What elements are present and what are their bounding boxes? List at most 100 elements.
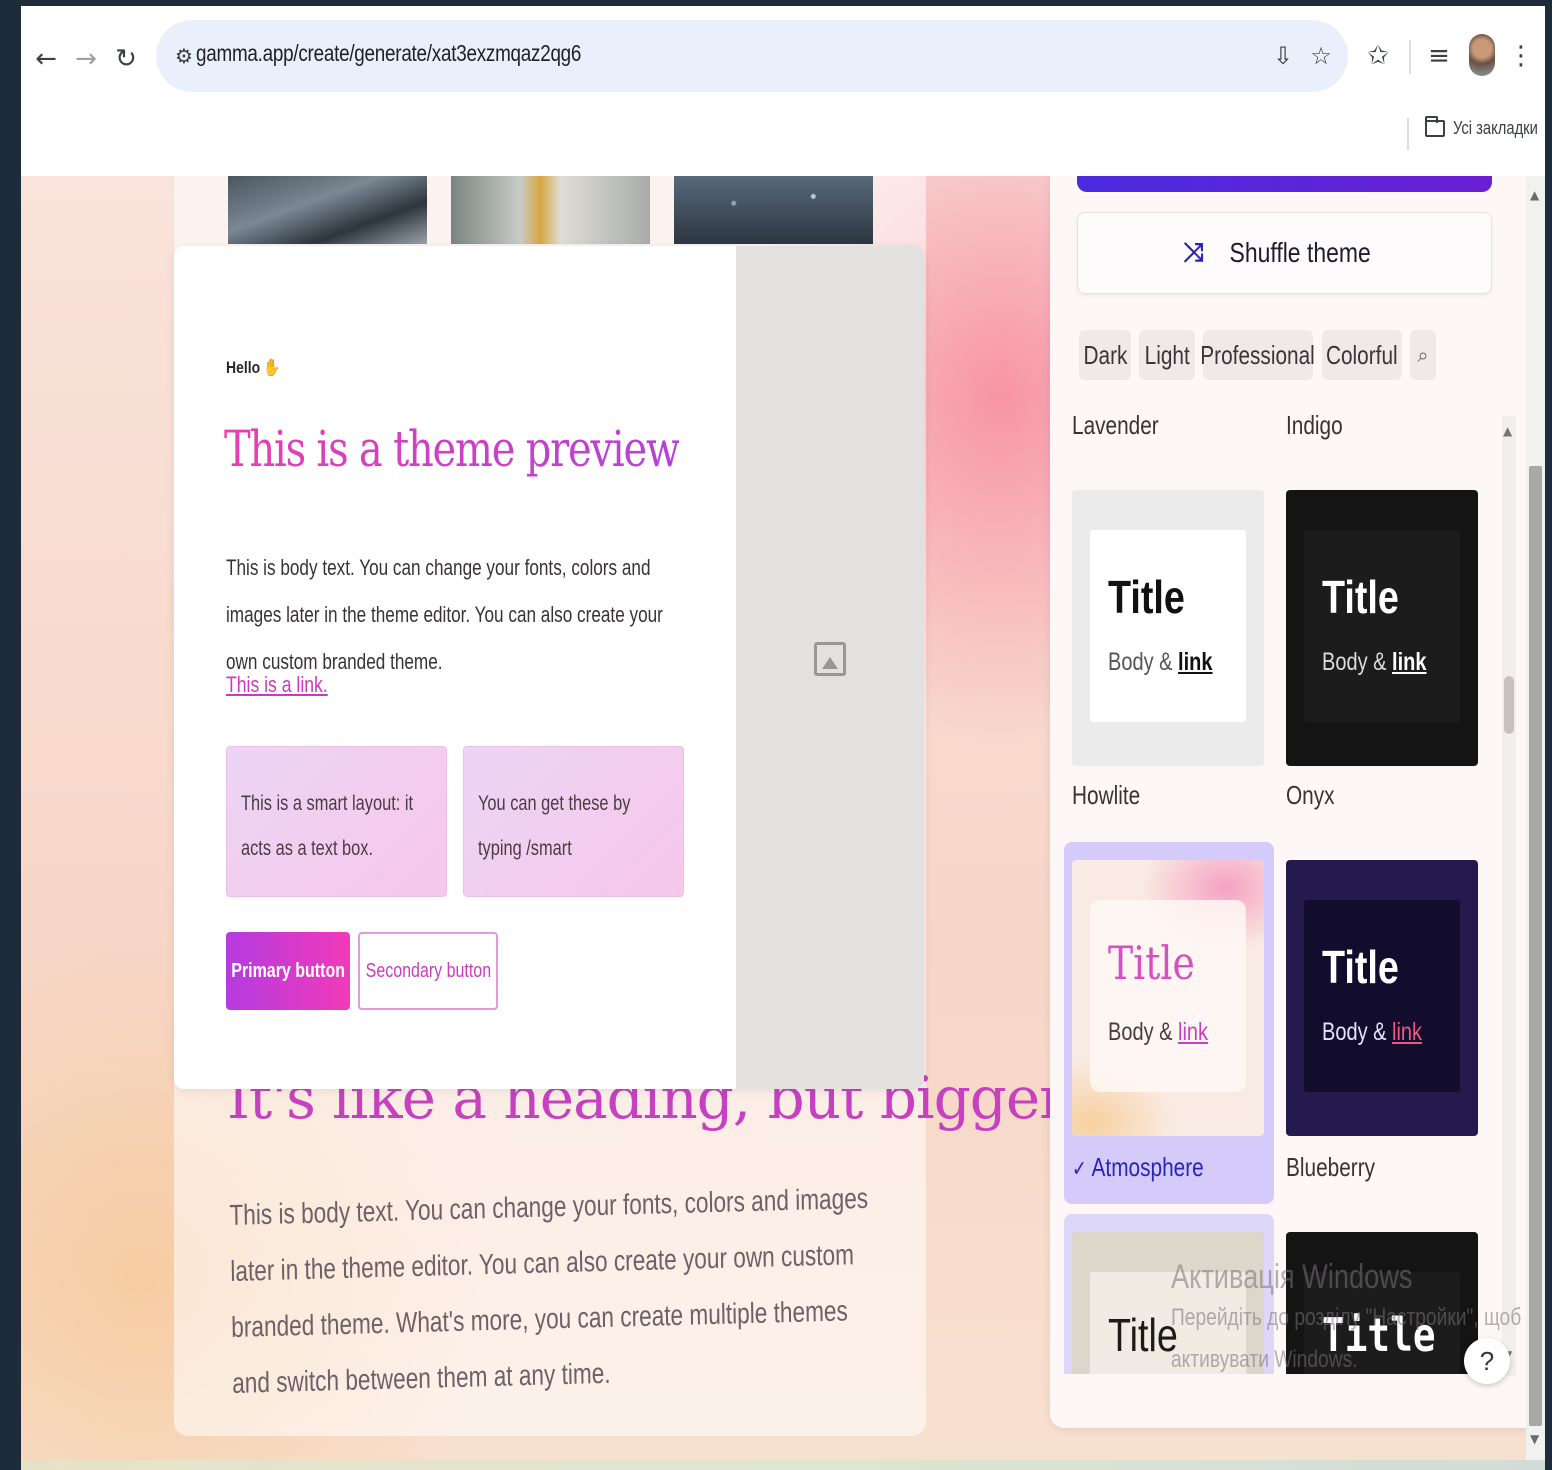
primary-button-label: Primary button bbox=[231, 959, 345, 982]
preview-link[interactable]: This is a link. bbox=[226, 672, 328, 698]
url-text[interactable]: gamma.app/create/generate/xat3exzmqaz2qg… bbox=[196, 40, 581, 67]
theme-name-indigo[interactable]: Indigo bbox=[1286, 412, 1343, 441]
scroll-down-icon[interactable]: ▼ bbox=[1530, 1432, 1539, 1446]
tile-body-text: Body & bbox=[1108, 648, 1173, 676]
secondary-button[interactable]: Secondary button bbox=[358, 932, 498, 1010]
tile-title: Title bbox=[1322, 941, 1399, 993]
tile-title: Title bbox=[1108, 1309, 1178, 1361]
back-arrow-icon[interactable]: ← bbox=[29, 42, 63, 76]
theme-tile-howlite[interactable]: Title Body & link bbox=[1072, 490, 1264, 766]
document-body: This is body text. You can change your f… bbox=[229, 1182, 869, 1400]
folder-icon bbox=[1425, 116, 1445, 137]
theme-tile-onyx[interactable]: Title Body & link bbox=[1286, 490, 1478, 766]
help-icon: ? bbox=[1479, 1345, 1495, 1376]
filter-label: Dark bbox=[1083, 339, 1127, 370]
bookmark-star-icon[interactable]: ☆ bbox=[1304, 38, 1338, 74]
install-app-icon[interactable]: ⇩ bbox=[1266, 38, 1300, 74]
theme-tile-partial-2[interactable]: Title bbox=[1286, 1232, 1478, 1374]
theme-list-scrollbar[interactable]: ▲ ▼ bbox=[1502, 416, 1516, 1376]
kebab-menu-icon[interactable]: ⋮ bbox=[1501, 36, 1541, 76]
page-scrollbar[interactable]: ▲ ▼ bbox=[1526, 176, 1545, 1460]
theme-picker-panel: ⤨ Shuffle theme Dark Light Professional … bbox=[1050, 176, 1538, 1428]
continue-button[interactable] bbox=[1077, 176, 1492, 192]
tile-card bbox=[1304, 900, 1460, 1092]
tile-card bbox=[1304, 530, 1460, 722]
smart-box-text: You can get these by typing /smart bbox=[478, 792, 631, 860]
help-button[interactable]: ? bbox=[1464, 1338, 1510, 1384]
smart-layout-box: You can get these by typing /smart bbox=[463, 746, 684, 897]
tile-link: link bbox=[1178, 648, 1213, 676]
tile-link: link bbox=[1178, 1018, 1209, 1046]
gallery-photo-person bbox=[451, 176, 650, 244]
preview-image-placeholder bbox=[736, 246, 924, 1089]
all-bookmarks-button[interactable]: Усі закладки bbox=[1425, 116, 1552, 139]
checkmark-icon: ✓ bbox=[1072, 1157, 1087, 1182]
taskbar-edge bbox=[21, 1460, 1545, 1470]
theme-tile-blueberry[interactable]: Title Body & link bbox=[1286, 860, 1478, 1136]
bookmarks-divider bbox=[1407, 118, 1409, 150]
preview-title: This is a theme preview bbox=[224, 420, 680, 478]
app-viewport: It's like a heading, but bigger This is … bbox=[21, 176, 1545, 1460]
theme-tile-atmosphere[interactable]: Title Body & link bbox=[1072, 860, 1264, 1136]
profile-avatar[interactable] bbox=[1469, 34, 1495, 76]
tile-title: Title bbox=[1322, 571, 1399, 623]
all-bookmarks-label: Усі закладки bbox=[1453, 118, 1538, 138]
reload-icon[interactable]: ↻ bbox=[109, 42, 143, 76]
shuffle-theme-button[interactable]: ⤨ Shuffle theme bbox=[1077, 212, 1492, 294]
greeting-text: Hello bbox=[226, 358, 261, 377]
filter-dark[interactable]: Dark bbox=[1079, 330, 1131, 380]
tile-body-text: Body & bbox=[1322, 1018, 1387, 1046]
search-icon[interactable]: ⌕ bbox=[1410, 330, 1436, 380]
forward-arrow-icon[interactable]: → bbox=[69, 42, 103, 76]
filter-label: Colorful bbox=[1326, 339, 1398, 370]
filter-label: Professional bbox=[1200, 339, 1316, 370]
toolbar-divider bbox=[1409, 40, 1411, 74]
theme-name-atmosphere[interactable]: ✓ Atmosphere bbox=[1072, 1152, 1204, 1183]
extensions-icon[interactable]: ✩ bbox=[1358, 36, 1398, 76]
browser-toolbar: ← → ↻ ⚙ gamma.app/create/generate/xat3ex… bbox=[21, 6, 1545, 176]
tile-title: Title bbox=[1108, 571, 1185, 623]
page-scrollbar-thumb[interactable] bbox=[1529, 466, 1542, 1426]
image-icon bbox=[814, 642, 846, 676]
tile-card bbox=[1090, 900, 1246, 1092]
scroll-up-icon[interactable]: ▲ bbox=[1503, 424, 1512, 438]
smart-layout-box: This is a smart layout: it acts as a tex… bbox=[226, 746, 447, 897]
theme-name-onyx[interactable]: Onyx bbox=[1286, 780, 1335, 811]
filter-light[interactable]: Light bbox=[1139, 330, 1195, 380]
tile-body: Body & link bbox=[1108, 648, 1213, 677]
tile-link: link bbox=[1392, 648, 1427, 676]
preview-body: This is body text. You can change your f… bbox=[226, 555, 663, 674]
address-bar[interactable]: ⚙ gamma.app/create/generate/xat3exzmqaz2… bbox=[156, 20, 1348, 92]
tile-body: Body & link bbox=[1108, 1018, 1208, 1047]
tile-link: link bbox=[1392, 1018, 1423, 1046]
theme-name-howlite[interactable]: Howlite bbox=[1072, 780, 1140, 811]
scroll-up-icon[interactable]: ▲ bbox=[1530, 188, 1539, 202]
tile-body-text: Body & bbox=[1322, 648, 1387, 676]
theme-preview-card: Hello ✋ This is a theme preview This is b… bbox=[174, 246, 924, 1089]
filter-professional[interactable]: Professional bbox=[1200, 330, 1316, 380]
primary-button[interactable]: Primary button bbox=[226, 932, 350, 1010]
scrollbar-thumb[interactable] bbox=[1504, 676, 1514, 734]
theme-name-blueberry[interactable]: Blueberry bbox=[1286, 1152, 1375, 1183]
theme-name-lavender[interactable]: Lavender bbox=[1072, 412, 1159, 441]
theme-name-text: Atmosphere bbox=[1091, 1152, 1204, 1182]
waving-hand-icon: ✋ bbox=[263, 358, 281, 377]
tile-title: Title bbox=[1108, 936, 1195, 990]
gallery-photo-night-sky bbox=[674, 176, 873, 244]
shuffle-theme-label: Shuffle theme bbox=[1229, 237, 1371, 268]
filter-colorful[interactable]: Colorful bbox=[1322, 330, 1402, 380]
theme-grid: Lavender Indigo Title Body & link Howlit… bbox=[1050, 412, 1502, 1374]
smart-box-text: This is a smart layout: it acts as a tex… bbox=[241, 792, 414, 860]
theme-tile-partial-1[interactable]: Title bbox=[1072, 1232, 1264, 1374]
media-controls-icon[interactable]: ≡ bbox=[1419, 36, 1459, 76]
gallery-photo-mountain bbox=[228, 176, 427, 244]
filter-label: Light bbox=[1144, 339, 1190, 370]
secondary-button-label: Secondary button bbox=[365, 959, 491, 982]
tile-body: Body & link bbox=[1322, 648, 1427, 677]
preview-greeting: Hello ✋ bbox=[226, 358, 281, 378]
tile-body-text: Body & bbox=[1108, 1018, 1173, 1046]
shuffle-icon: ⤨ bbox=[1182, 237, 1204, 268]
tile-title: Title bbox=[1322, 1308, 1436, 1362]
tile-card bbox=[1090, 530, 1246, 722]
tile-body: Body & link bbox=[1322, 1018, 1422, 1047]
